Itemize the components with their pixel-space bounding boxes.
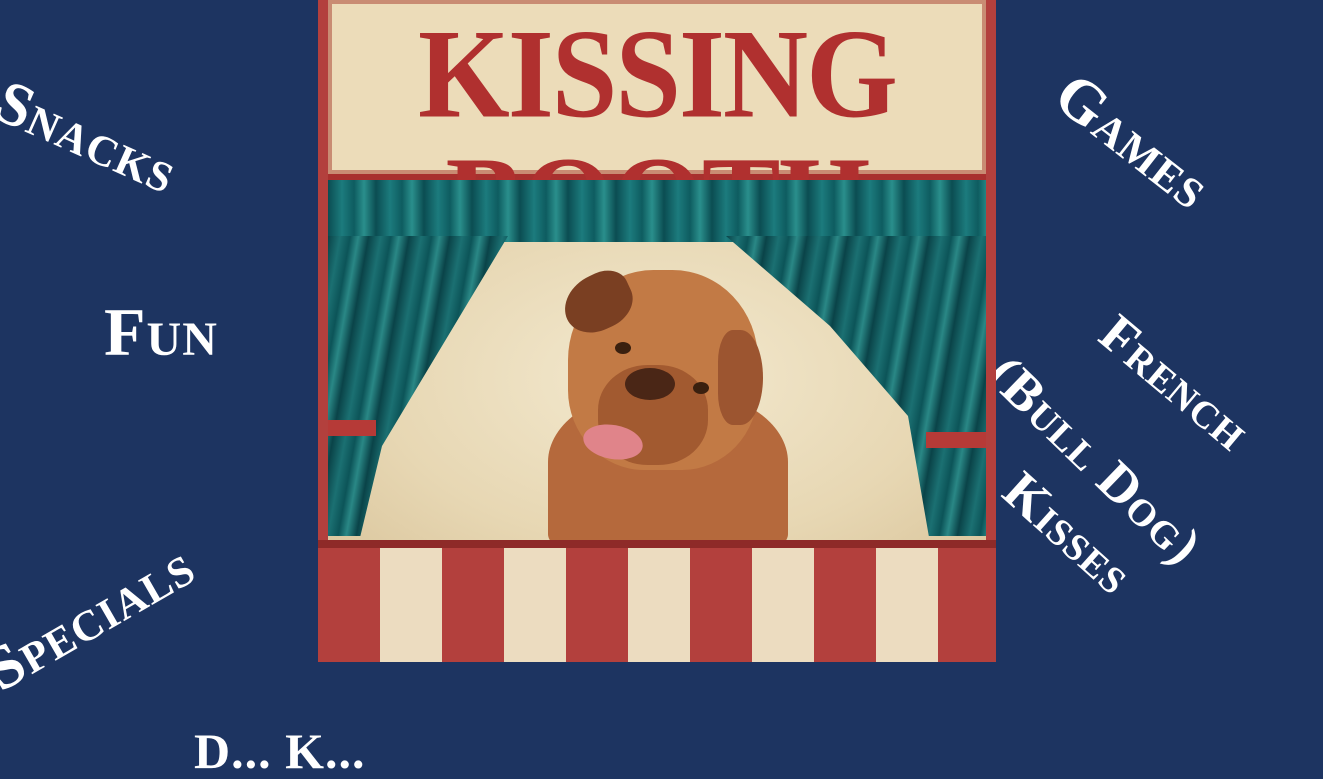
word-specials: Specials (0, 531, 206, 705)
striped-counter (318, 540, 996, 662)
kissing-booth-image: KISSING BOOTH (318, 0, 996, 662)
dog-eye-right (693, 382, 709, 394)
dog-illustration (543, 262, 793, 550)
word-fun: Fun (104, 294, 218, 370)
word-games: Games (1041, 59, 1224, 223)
curtain-tie-right (926, 432, 986, 448)
dog-ear-right (718, 330, 763, 425)
curtain-valance (328, 180, 986, 242)
curtain-tie-left (328, 420, 376, 436)
dog-eye-left (615, 342, 631, 354)
booth-stage (328, 180, 986, 550)
word-bottom-partial: D... K... (194, 723, 366, 779)
word-french: French (1088, 302, 1262, 462)
dog-nose (625, 368, 675, 400)
word-snacks: Snacks (0, 67, 188, 208)
booth-sign: KISSING BOOTH (328, 0, 986, 265)
curtain-left (328, 236, 508, 536)
